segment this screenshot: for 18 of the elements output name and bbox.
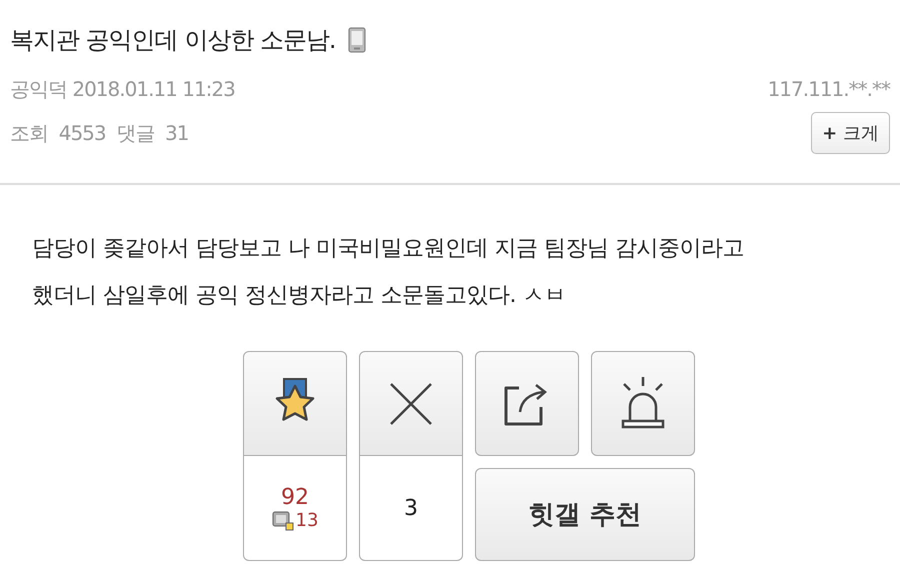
fixed-user-icon [272, 510, 294, 530]
post-body: 담당이 좆같아서 담당보고 나 미국비밀요원인데 지금 팀장님 감시중이라고 했더니 삼일후에 공익 정신병자라고 소문돌고있다. ㅅㅂ [32, 235, 745, 310]
downvote-count: 3 [404, 496, 418, 520]
hit-gallery-button[interactable]: 힛갤 추천 [475, 468, 695, 561]
cross-icon [388, 380, 434, 426]
enlarge-button[interactable]: + 크게 [811, 112, 890, 154]
report-button[interactable] [591, 351, 695, 456]
mobile-phone-icon [348, 27, 366, 53]
author-date: 공익덕 2018.01.11 11:23 [10, 76, 235, 102]
post-title: 복지관 공익인데 이상한 소문남. [10, 25, 336, 56]
recommend-button[interactable] [243, 351, 347, 456]
downvote-button[interactable] [359, 351, 463, 456]
fixed-count: 13 [296, 510, 318, 531]
share-button[interactable] [475, 351, 579, 456]
siren-icon [619, 376, 667, 432]
view-comment-count: 조회 4553 댓글 31 [10, 120, 188, 146]
recommend-count: 92 [281, 485, 309, 510]
ip-address: 117.111.**.** [768, 77, 890, 101]
